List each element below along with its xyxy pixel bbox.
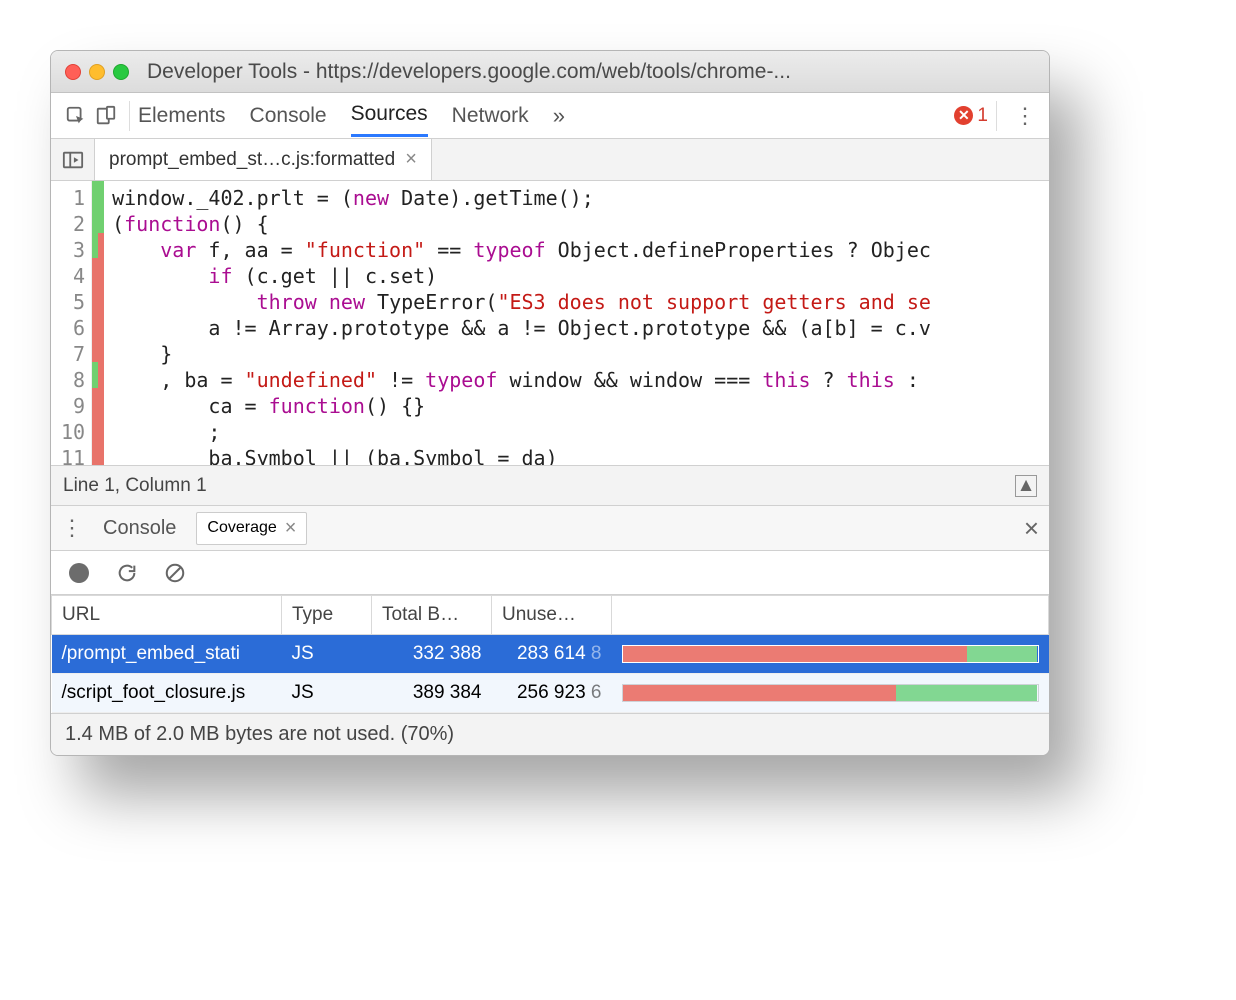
reload-button[interactable] bbox=[115, 561, 139, 585]
cell-url: /prompt_embed_stati bbox=[52, 635, 282, 674]
col-total-bytes[interactable]: Total B… bbox=[372, 596, 492, 635]
col-url[interactable]: URL bbox=[52, 596, 282, 635]
cell-url: /script_foot_closure.js bbox=[52, 674, 282, 713]
coverage-table: URL Type Total B… Unuse… /prompt_embed_s… bbox=[51, 595, 1049, 713]
coverage-toolbar bbox=[51, 551, 1049, 595]
devtools-window: Developer Tools - https://developers.goo… bbox=[50, 50, 1050, 756]
cell-total: 389 384 bbox=[372, 674, 492, 713]
cell-total: 332 388 bbox=[372, 635, 492, 674]
cell-unused: 283 614 8 bbox=[492, 635, 612, 674]
coverage-summary-text: 1.4 MB of 2.0 MB bytes are not used. (70… bbox=[65, 723, 454, 746]
window-titlebar: Developer Tools - https://developers.goo… bbox=[51, 51, 1049, 93]
tab-elements[interactable]: Elements bbox=[138, 96, 226, 136]
table-row[interactable]: /prompt_embed_statiJS332 388283 614 8 bbox=[52, 635, 1049, 674]
cell-type: JS bbox=[282, 674, 372, 713]
source-editor[interactable]: 1234567891011 window._402.prlt = (new Da… bbox=[51, 181, 1049, 465]
traffic-lights bbox=[65, 64, 129, 80]
tab-console[interactable]: Console bbox=[250, 96, 327, 136]
close-drawer-icon[interactable]: × bbox=[1024, 513, 1039, 544]
device-toolbar-icon[interactable] bbox=[91, 101, 121, 131]
col-type[interactable]: Type bbox=[282, 596, 372, 635]
col-unused-bytes[interactable]: Unuse… bbox=[492, 596, 612, 635]
error-indicator[interactable]: ✕ 1 bbox=[954, 105, 988, 127]
maximize-window-button[interactable] bbox=[113, 64, 129, 80]
inspect-element-icon[interactable] bbox=[61, 101, 91, 131]
error-icon: ✕ bbox=[954, 106, 973, 125]
error-count: 1 bbox=[977, 105, 988, 127]
navigator-toggle-icon[interactable] bbox=[51, 139, 95, 180]
drawer-tab-coverage[interactable]: Coverage × bbox=[196, 512, 307, 545]
toolbar-separator bbox=[129, 101, 130, 131]
close-coverage-tab-icon[interactable]: × bbox=[285, 517, 297, 540]
expand-panel-icon[interactable]: ▲ bbox=[1015, 475, 1037, 497]
window-title: Developer Tools - https://developers.goo… bbox=[147, 60, 791, 84]
close-tab-icon[interactable]: × bbox=[405, 148, 417, 171]
settings-menu-icon[interactable]: ⋮ bbox=[1011, 103, 1039, 129]
tab-sources[interactable]: Sources bbox=[351, 94, 428, 137]
cell-unused: 256 923 6 bbox=[492, 674, 612, 713]
editor-status-bar: Line 1, Column 1 ▲ bbox=[51, 465, 1049, 505]
devtools-main-toolbar: Elements Console Sources Network » ✕ 1 ⋮ bbox=[51, 93, 1049, 139]
tab-network[interactable]: Network bbox=[452, 96, 529, 136]
file-tab-name: prompt_embed_st…c.js:formatted bbox=[109, 149, 395, 171]
coverage-gutter bbox=[92, 181, 104, 465]
cell-usage-bar bbox=[612, 635, 1049, 674]
sources-file-tabs: prompt_embed_st…c.js:formatted × bbox=[51, 139, 1049, 181]
clear-button[interactable] bbox=[163, 561, 187, 585]
code-area[interactable]: window._402.prlt = (new Date).getTime();… bbox=[104, 181, 1049, 465]
drawer-menu-icon[interactable]: ⋮ bbox=[61, 515, 83, 541]
source-file-tab[interactable]: prompt_embed_st…c.js:formatted × bbox=[95, 139, 432, 180]
drawer-tabs: ⋮ Console Coverage × × bbox=[51, 505, 1049, 551]
col-usage-bar[interactable] bbox=[612, 596, 1049, 635]
toolbar-separator bbox=[996, 101, 997, 131]
record-button[interactable] bbox=[67, 561, 91, 585]
coverage-summary-bar: 1.4 MB of 2.0 MB bytes are not used. (70… bbox=[51, 713, 1049, 755]
line-number-gutter: 1234567891011 bbox=[51, 181, 92, 465]
close-window-button[interactable] bbox=[65, 64, 81, 80]
minimize-window-button[interactable] bbox=[89, 64, 105, 80]
cell-usage-bar bbox=[612, 674, 1049, 713]
cursor-position: Line 1, Column 1 bbox=[63, 475, 207, 497]
table-header-row: URL Type Total B… Unuse… bbox=[52, 596, 1049, 635]
cell-type: JS bbox=[282, 635, 372, 674]
table-row[interactable]: /script_foot_closure.jsJS389 384256 923 … bbox=[52, 674, 1049, 713]
more-tabs-icon[interactable]: » bbox=[553, 103, 565, 129]
drawer-tab-console[interactable]: Console bbox=[97, 517, 182, 540]
